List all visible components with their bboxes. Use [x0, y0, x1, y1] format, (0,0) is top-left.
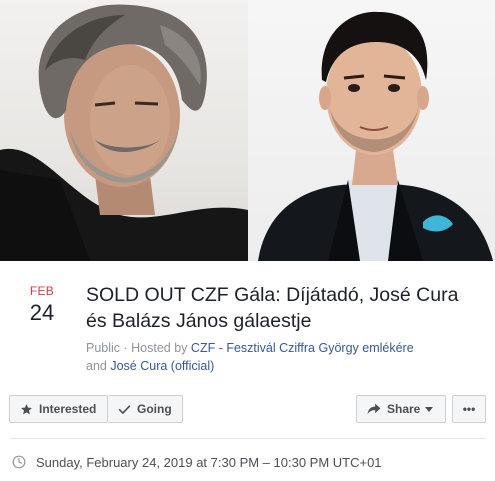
going-button[interactable]: Going	[108, 395, 183, 423]
host-link-jose-cura[interactable]: José Cura (official)	[110, 359, 214, 373]
event-date-block: FEB 24	[14, 284, 70, 326]
portrait-illustration-right	[257, 11, 493, 261]
share-button[interactable]: Share	[356, 395, 446, 423]
host-link-czf[interactable]: CZF - Fesztivál Cziffra György emlékére	[191, 341, 414, 355]
interested-button[interactable]: Interested	[9, 395, 108, 423]
clock-icon	[12, 455, 26, 469]
event-cover-photo[interactable]	[0, 0, 495, 261]
checkmark-icon	[118, 404, 131, 414]
cover-photo-left	[0, 0, 248, 261]
share-label: Share	[387, 402, 421, 416]
event-date-month: FEB	[29, 284, 55, 298]
share-arrow-icon	[367, 403, 381, 415]
going-label: Going	[137, 402, 172, 416]
event-time-row: Sunday, February 24, 2019 at 7:30 PM – 1…	[12, 453, 482, 471]
and-label: and	[86, 359, 111, 373]
event-date-day: 24	[29, 300, 55, 325]
star-icon	[21, 403, 32, 414]
cover-photo-right	[247, 0, 495, 261]
portrait-illustration-left	[0, 4, 248, 261]
event-meta: Public · Hosted by CZF - Fesztivál Cziff…	[86, 339, 481, 375]
meta-separator: ·	[120, 341, 132, 355]
interested-label: Interested	[39, 402, 97, 416]
divider	[10, 438, 486, 439]
event-actions-bar: Interested Going Share •••	[9, 395, 486, 423]
event-title: SOLD OUT CZF Gála: Díjátadó, José Cura é…	[86, 284, 459, 332]
hosted-by-label: Hosted by	[131, 341, 191, 355]
event-datetime: Sunday, February 24, 2019 at 7:30 PM – 1…	[36, 454, 382, 470]
more-options-button[interactable]: •••	[452, 395, 486, 423]
event-privacy: Public	[86, 341, 121, 355]
caret-down-icon	[425, 406, 434, 412]
